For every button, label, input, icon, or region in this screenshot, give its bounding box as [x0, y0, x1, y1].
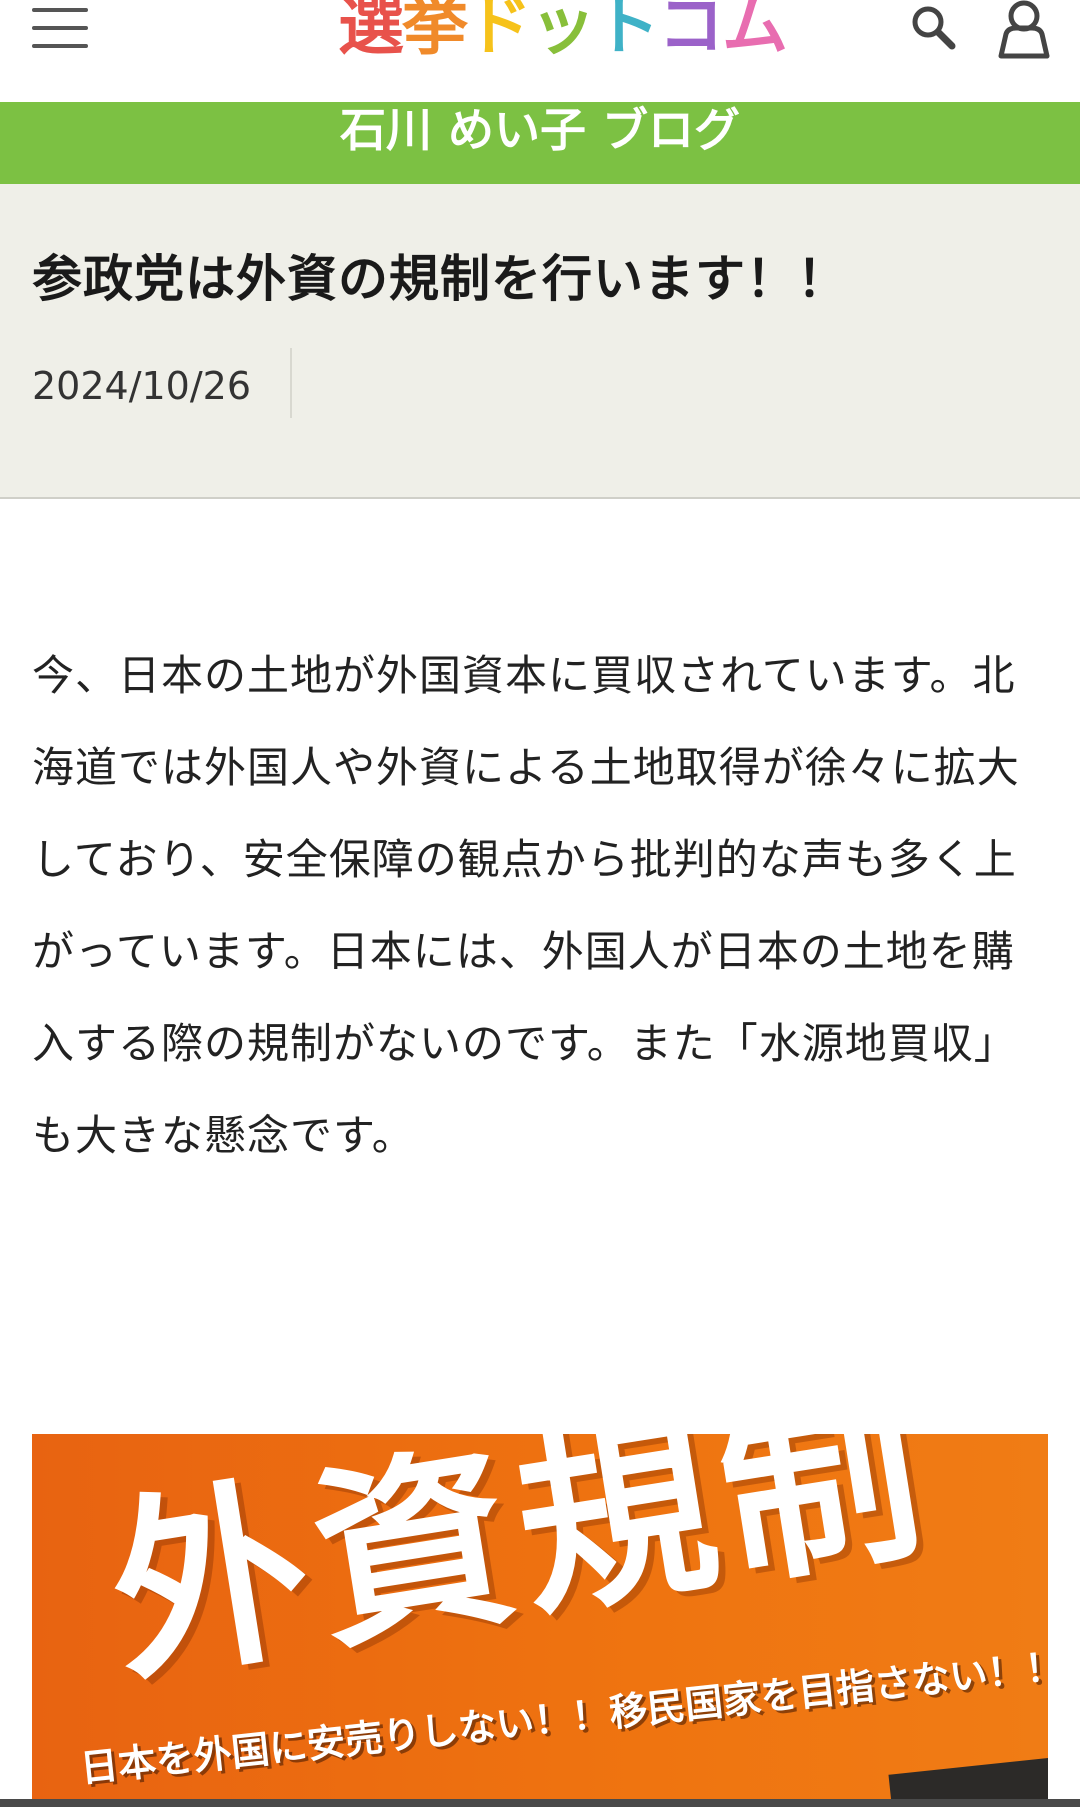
- hamburger-menu-icon[interactable]: [32, 6, 88, 50]
- article-date: 2024/10/26: [32, 364, 252, 408]
- blog-banner[interactable]: 石川 めい子 ブログ: [0, 102, 1080, 184]
- logo-char: 挙: [402, 0, 468, 64]
- feature-image[interactable]: 外資規制 日本を外国に安売りしない！！移民国家を目指さない！！: [32, 1434, 1048, 1807]
- menu-line: [32, 44, 88, 48]
- site-header: 選 挙 ド ッ ト コ ム: [0, 0, 1080, 102]
- site-logo[interactable]: 選 挙 ド ッ ト コ ム: [338, 0, 788, 64]
- menu-line: [32, 8, 88, 12]
- logo-char: ッ: [530, 0, 596, 64]
- date-divider: [290, 348, 292, 418]
- logo-char: コ: [658, 0, 724, 64]
- menu-line: [32, 26, 88, 30]
- bottom-edge: [0, 1799, 1080, 1807]
- blog-title: 石川 めい子 ブログ: [339, 103, 741, 157]
- feature-headline: 外資規制: [95, 1434, 945, 1712]
- article-title: 参政党は外資の規制を行います！！: [32, 250, 848, 308]
- logo-char: ム: [722, 0, 788, 64]
- article-header: 参政党は外資の規制を行います！！ 2024/10/26: [0, 184, 1080, 499]
- logo-char: 選: [338, 0, 404, 64]
- user-account-icon-graphic: [998, 0, 1050, 59]
- logo-char: ド: [466, 0, 532, 64]
- search-icon[interactable]: [908, 2, 960, 54]
- logo-char: ト: [594, 0, 660, 64]
- user-account-icon[interactable]: [996, 0, 1052, 60]
- article-body-text: 今、日本の土地が外国資本に買収されています。北海道では外国人や外資による土地取得…: [32, 651, 1020, 1160]
- search-icon-graphic: [912, 6, 956, 50]
